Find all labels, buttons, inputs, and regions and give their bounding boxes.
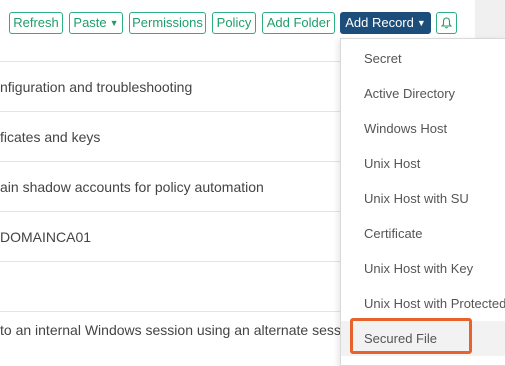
add-record-label: Add Record <box>345 15 414 30</box>
table-row[interactable]: DOMAINCA01 <box>0 211 340 261</box>
permissions-label: Permissions <box>132 15 203 30</box>
table-row[interactable]: ain shadow accounts for policy automatio… <box>0 161 340 211</box>
menu-item-certificate[interactable]: Certificate <box>341 216 505 251</box>
chevron-down-icon: ▼ <box>416 18 426 28</box>
menu-item-secured-file[interactable]: Secured File <box>341 321 505 356</box>
paste-button[interactable]: Paste ▼ <box>69 12 123 34</box>
menu-item-unix-host-with-protected[interactable]: Unix Host with Protected <box>341 286 505 321</box>
permissions-button[interactable]: Permissions <box>129 12 206 34</box>
menu-item-label: Unix Host with Protected <box>364 296 505 311</box>
policy-label: Policy <box>216 15 252 30</box>
table-row[interactable]: to an internal Windows session using an … <box>0 311 340 366</box>
menu-item-active-directory[interactable]: Active Directory <box>341 76 505 111</box>
row-description: ficates and keys <box>0 129 101 145</box>
menu-item-label: Unix Host with Key <box>364 261 474 276</box>
row-description: DOMAINCA01 <box>0 229 92 245</box>
chevron-down-icon: ▼ <box>109 18 119 28</box>
menu-item-label: Unix Host with SU <box>364 191 469 206</box>
add-record-menu: Secret Active Directory Windows Host Uni… <box>340 38 505 366</box>
add-folder-button[interactable]: Add Folder <box>262 12 335 34</box>
paste-label: Paste <box>73 15 107 30</box>
menu-item-label: Active Directory <box>364 86 456 101</box>
menu-item-label: Windows Host <box>364 121 448 136</box>
menu-item-label: Unix Host <box>364 156 421 171</box>
menu-item-label: Secured File <box>364 331 437 346</box>
policy-button[interactable]: Policy <box>212 12 256 34</box>
menu-item-label: Certificate <box>364 226 423 241</box>
menu-item-secret[interactable]: Secret <box>341 41 505 76</box>
menu-item-unix-host-with-key[interactable]: Unix Host with Key <box>341 251 505 286</box>
menu-item-label: Secret <box>364 51 402 66</box>
table-row[interactable]: nfiguration and troubleshooting <box>0 61 340 111</box>
add-record-button[interactable]: Add Record ▼ <box>340 12 431 34</box>
refresh-label: Refresh <box>13 15 59 30</box>
menu-item-unix-host[interactable]: Unix Host <box>341 146 505 181</box>
menu-item-unix-host-with-su[interactable]: Unix Host with SU <box>341 181 505 216</box>
row-description: nfiguration and troubleshooting <box>0 79 193 95</box>
table-row[interactable] <box>0 261 340 311</box>
table-row[interactable]: ficates and keys <box>0 111 340 161</box>
row-description: ain shadow accounts for policy automatio… <box>0 179 264 195</box>
add-folder-label: Add Folder <box>266 15 331 30</box>
notifications-button[interactable] <box>436 12 457 34</box>
bell-icon <box>441 17 452 29</box>
row-description: to an internal Windows session using an … <box>0 322 340 338</box>
menu-item-windows-host[interactable]: Windows Host <box>341 111 505 146</box>
refresh-button[interactable]: Refresh <box>9 12 63 34</box>
